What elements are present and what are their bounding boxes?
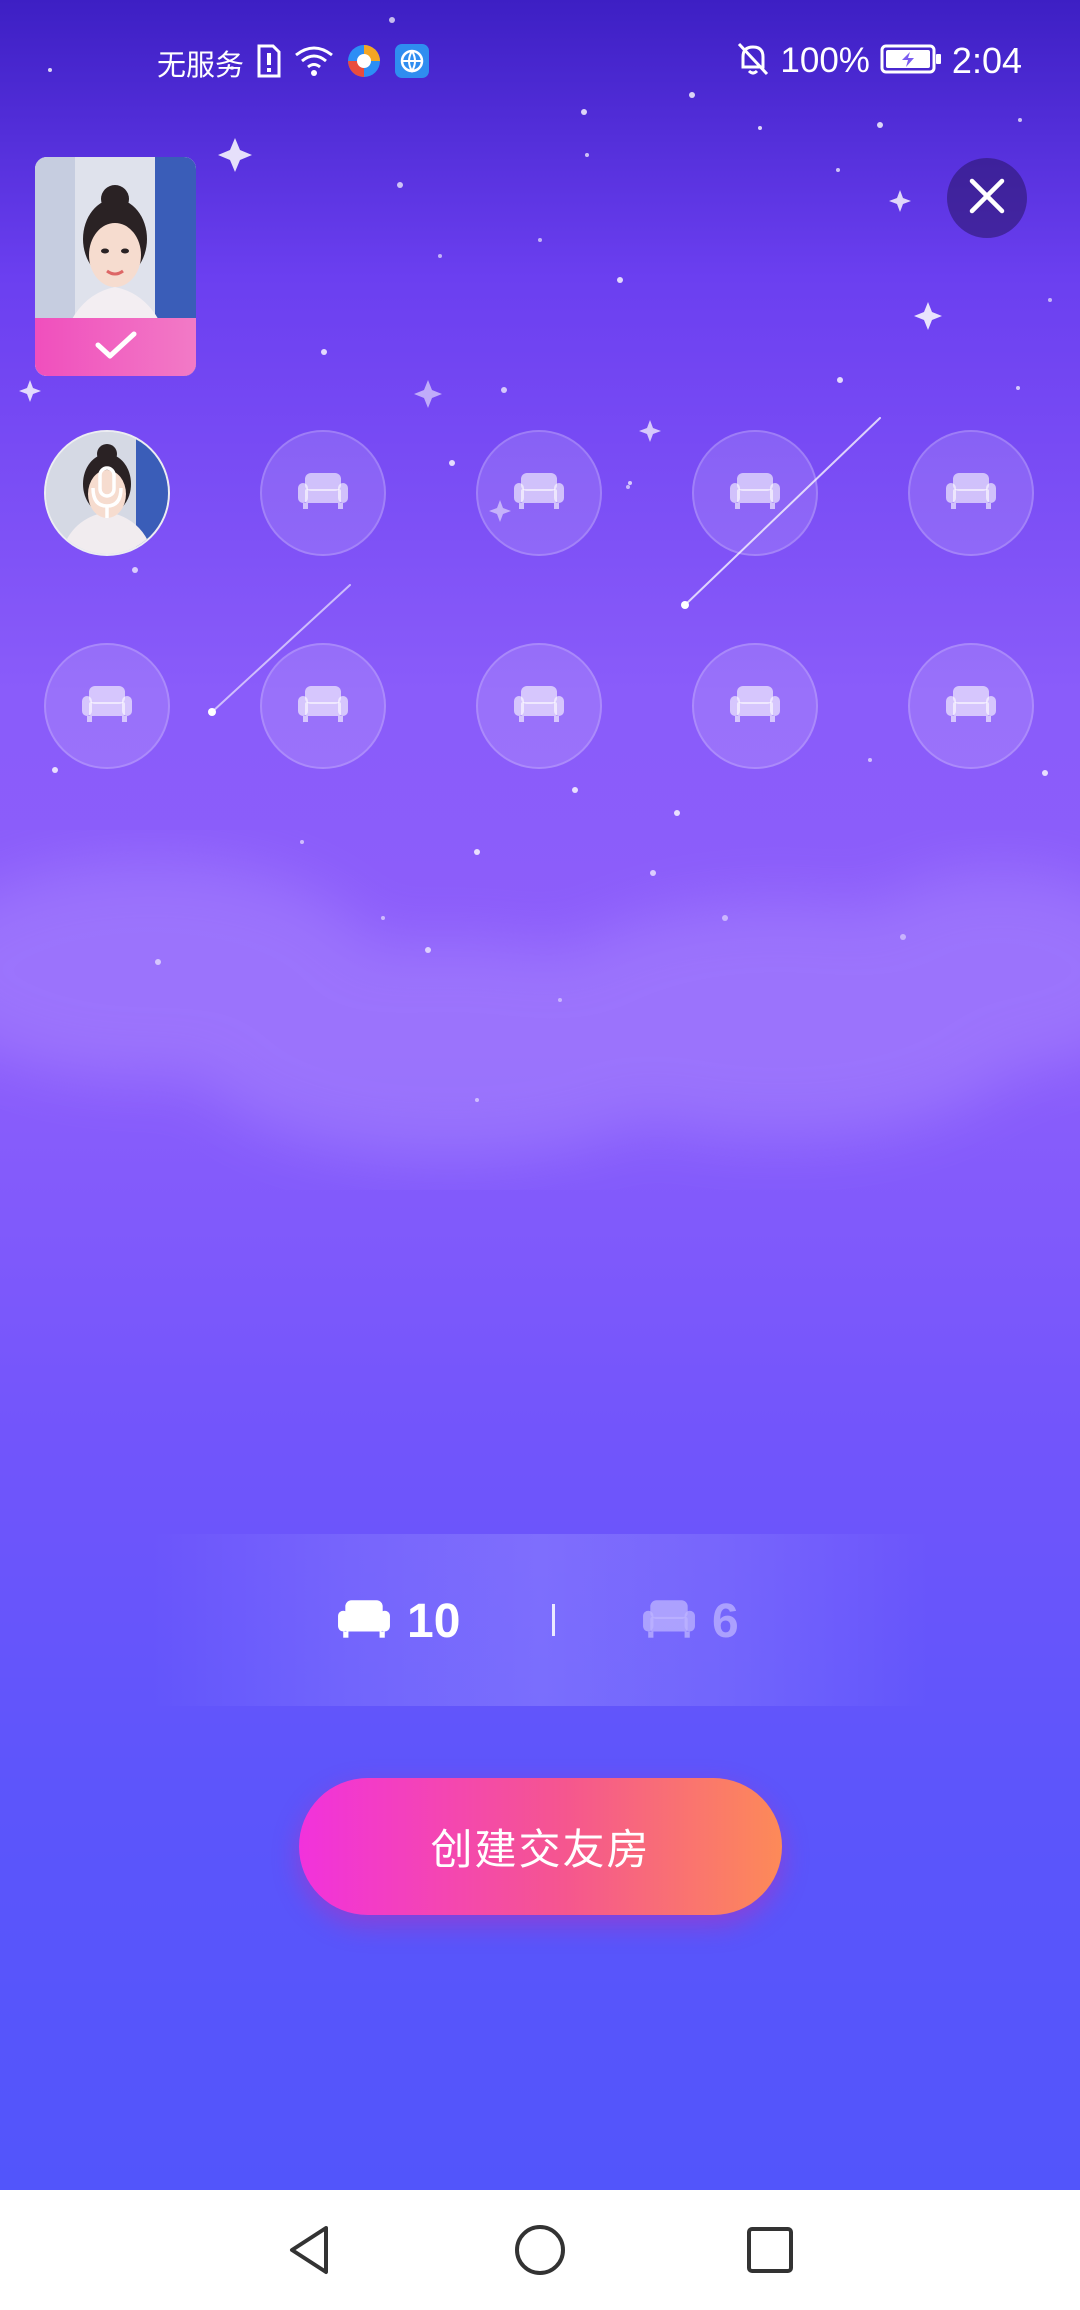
- bell-muted-icon: [736, 41, 770, 82]
- status-bar: 无服务 100% 2:04: [0, 0, 1080, 120]
- seat-7[interactable]: [260, 643, 386, 769]
- nav-back-button[interactable]: [280, 2220, 340, 2280]
- seat-count-selector: 10 6: [152, 1534, 928, 1706]
- close-button[interactable]: [947, 158, 1027, 238]
- sofa-icon: [729, 684, 781, 729]
- seat-10[interactable]: [908, 643, 1034, 769]
- sofa-icon: [81, 684, 133, 729]
- home-circle-icon: [510, 2225, 570, 2284]
- microphone-icon: [90, 466, 124, 525]
- sofa-icon: [513, 471, 565, 516]
- check-icon: [94, 330, 138, 365]
- back-triangle-icon: [280, 2226, 340, 2284]
- nav-home-button[interactable]: [510, 2220, 570, 2280]
- nav-recents-button[interactable]: [740, 2220, 800, 2280]
- status-left: 无服务: [157, 42, 430, 84]
- seat-4[interactable]: [692, 430, 818, 556]
- sofa-icon: [642, 1598, 696, 1645]
- browser-app-icon: [346, 43, 382, 84]
- sofa-icon: [513, 684, 565, 729]
- seat-option-count: 6: [712, 1595, 739, 1648]
- sofa-icon: [297, 684, 349, 729]
- selected-check-bar: [35, 318, 196, 376]
- system-nav-bar: [0, 2190, 1080, 2310]
- recents-square-icon: [740, 2227, 800, 2284]
- seat-2[interactable]: [260, 430, 386, 556]
- battery-percent: 100%: [780, 41, 870, 80]
- cloud-decoration: [0, 860, 1080, 1160]
- sofa-icon: [729, 471, 781, 516]
- battery-icon: [880, 43, 942, 80]
- sofa-icon: [945, 471, 997, 516]
- create-room-screen: 无服务 100% 2:04 10 6 创建交友房: [0, 0, 1080, 2310]
- seat-3[interactable]: [476, 430, 602, 556]
- seat-option-6[interactable]: 6: [642, 1594, 739, 1649]
- seat-9[interactable]: [692, 643, 818, 769]
- carrier-text: 无服务: [157, 50, 245, 82]
- wifi-icon: [294, 45, 334, 82]
- option-divider: [552, 1604, 555, 1636]
- seat-6[interactable]: [44, 643, 170, 769]
- globe-app-icon: [394, 43, 430, 84]
- seat-8[interactable]: [476, 643, 602, 769]
- seat-5[interactable]: [908, 430, 1034, 556]
- sofa-icon: [945, 684, 997, 729]
- seat-option-count: 10: [407, 1595, 461, 1648]
- sofa-icon: [337, 1598, 391, 1645]
- close-icon: [967, 176, 1007, 221]
- sim-alert-icon: [256, 44, 282, 83]
- create-room-button[interactable]: 创建交友房: [299, 1778, 782, 1915]
- sofa-icon: [297, 471, 349, 516]
- profile-photo-card[interactable]: [35, 157, 196, 376]
- seat-owner-avatar[interactable]: [44, 430, 170, 556]
- clock-time: 2:04: [951, 40, 1022, 81]
- seat-option-10[interactable]: 10: [337, 1594, 460, 1649]
- status-right: 100% 2:04: [736, 40, 1022, 82]
